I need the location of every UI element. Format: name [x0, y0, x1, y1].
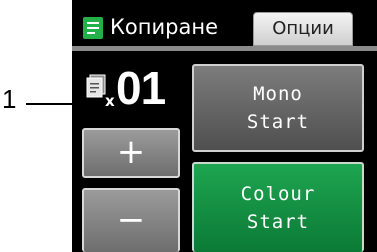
copy-document-icon: [82, 16, 104, 40]
lcd-screen: Копиране Опции x 01 + − Mono Start Colou…: [72, 0, 377, 252]
mono-start-button[interactable]: Mono Start: [192, 64, 364, 152]
copies-multiplier: x: [105, 92, 115, 110]
mode-title: Копиране: [110, 15, 218, 39]
colour-start-label-line2: Start: [246, 211, 310, 233]
options-button[interactable]: Опции: [253, 12, 353, 46]
decrease-copies-button[interactable]: −: [82, 188, 180, 252]
mono-start-label-line2: Start: [246, 111, 310, 133]
colour-start-button[interactable]: Colour Start: [192, 162, 364, 252]
colour-start-label-line1: Colour: [240, 183, 316, 205]
increase-copies-button[interactable]: +: [82, 128, 180, 178]
document-stack-icon: [86, 74, 106, 98]
header-divider: [72, 46, 377, 51]
callout-number: 1: [2, 84, 17, 114]
header-bar: Копиране Опции: [72, 0, 377, 52]
copies-count: 01: [116, 62, 166, 114]
mono-start-label-line1: Mono: [253, 83, 303, 105]
